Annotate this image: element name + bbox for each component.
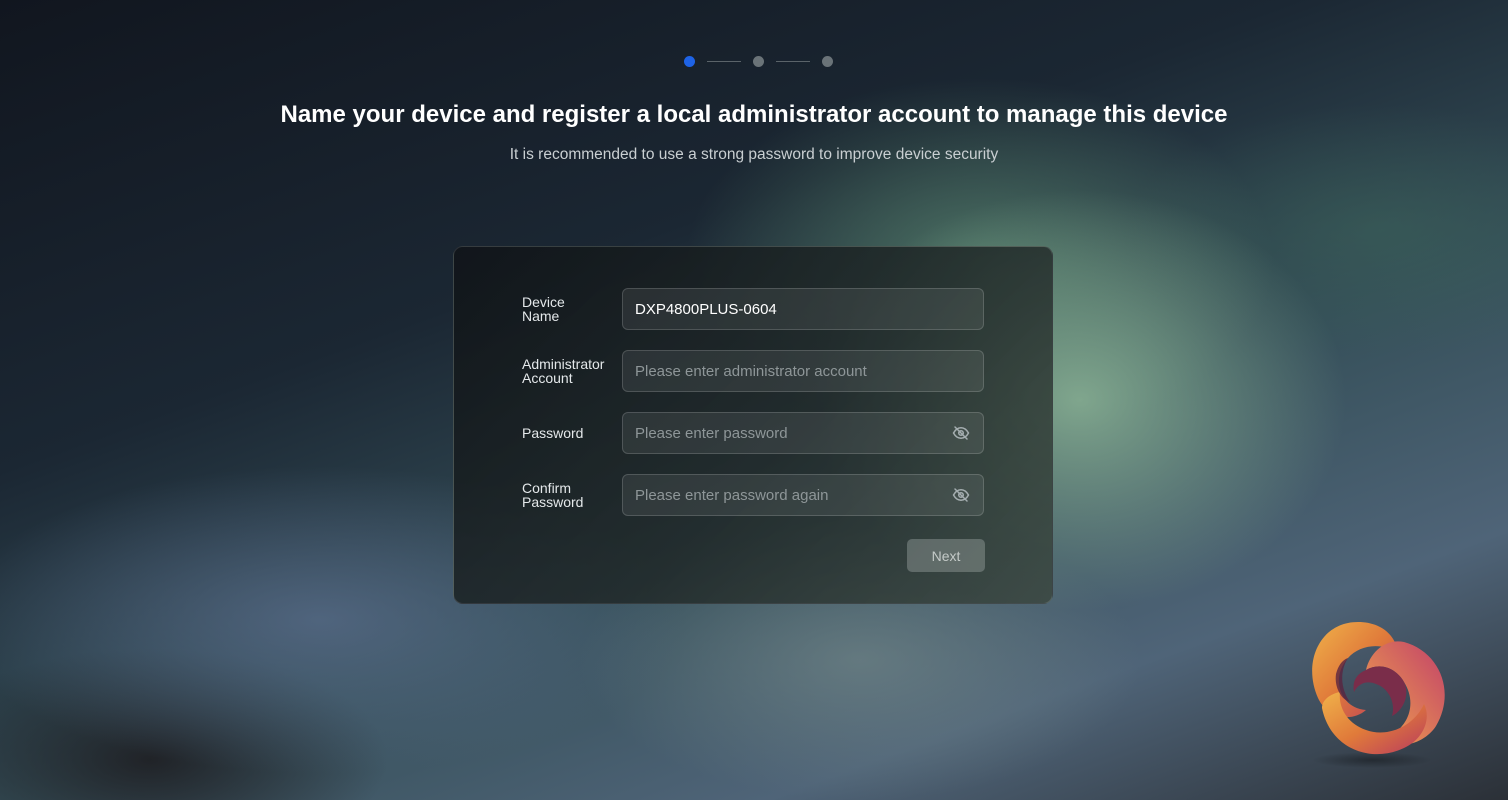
app-logo-icon [1312, 622, 1445, 768]
confirm-password-field-box[interactable] [622, 474, 984, 516]
password-row: Password [522, 412, 986, 454]
device-name-field-box[interactable] [622, 288, 984, 330]
step-1-dot [684, 56, 695, 67]
eye-off-icon[interactable] [951, 423, 971, 443]
password-field-box[interactable] [622, 412, 984, 454]
admin-account-label: Administrator Account [522, 356, 605, 386]
step-connector [707, 61, 741, 62]
page-subtitle: It is recommended to use a strong passwo… [509, 146, 999, 163]
confirm-password-row: Confirm Password [522, 474, 986, 516]
step-2-dot [753, 56, 764, 67]
step-3-dot [822, 56, 833, 67]
password-input[interactable] [635, 424, 951, 442]
admin-account-row: Administrator Account [522, 350, 986, 392]
page-title: Name your device and register a local ad… [280, 101, 1228, 128]
eye-off-icon[interactable] [951, 485, 971, 505]
confirm-password-input[interactable] [635, 486, 951, 504]
admin-account-input[interactable] [635, 362, 971, 380]
device-name-row: Device Name [522, 288, 986, 330]
device-name-label: Device Name [522, 294, 565, 324]
admin-account-field-box[interactable] [622, 350, 984, 392]
device-name-input[interactable] [635, 300, 971, 318]
confirm-password-label: Confirm Password [522, 480, 584, 510]
step-connector [776, 61, 810, 62]
registration-card: DeviceName AdministratorAccount Password [453, 246, 1053, 604]
next-button[interactable]: Next [907, 539, 985, 572]
setup-stepper [684, 56, 833, 67]
password-label: Password [522, 425, 584, 441]
